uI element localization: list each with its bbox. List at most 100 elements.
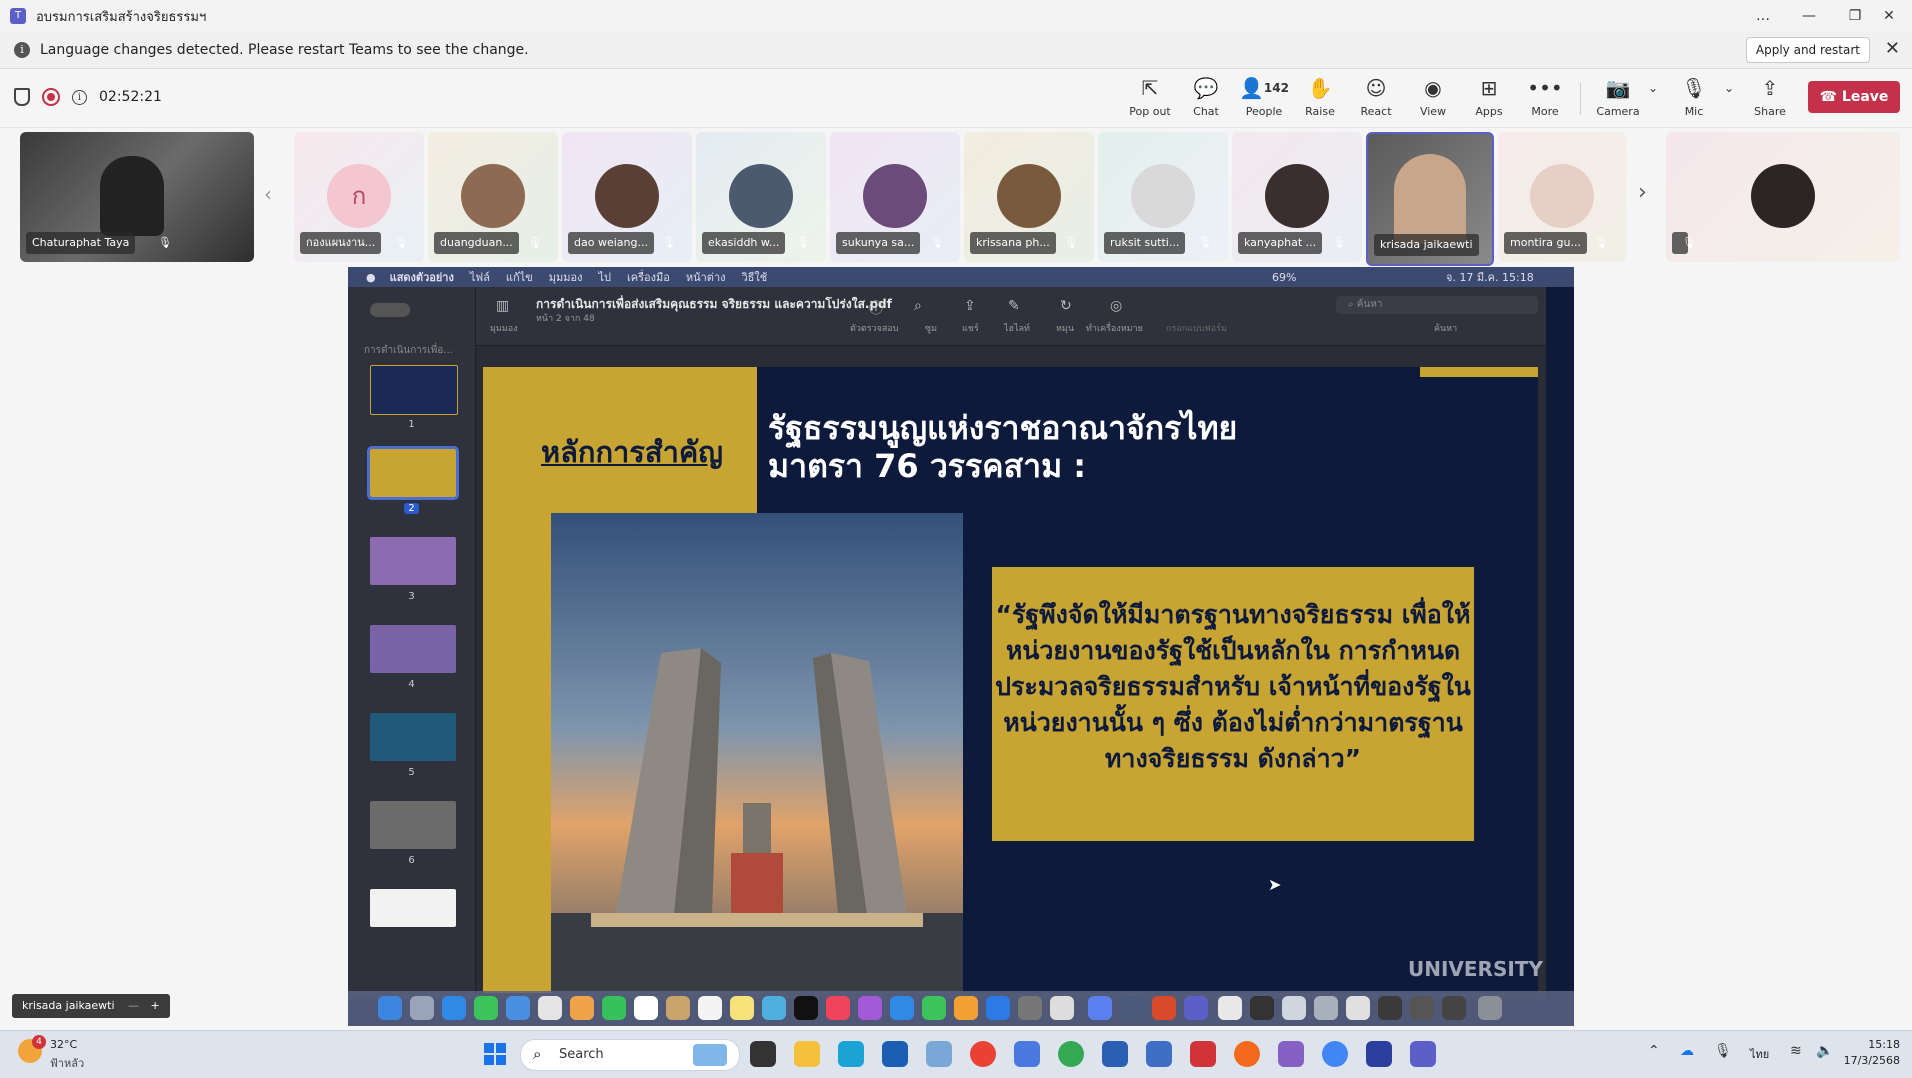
file-explorer-icon[interactable] bbox=[794, 1041, 820, 1067]
volume-icon[interactable]: 🔈 bbox=[1816, 1043, 1833, 1059]
messages-icon[interactable] bbox=[474, 996, 498, 1020]
powerpoint-icon[interactable] bbox=[1152, 996, 1176, 1020]
dock-window-thumbnail[interactable] bbox=[1314, 996, 1338, 1020]
chrome-icon[interactable] bbox=[1058, 1041, 1084, 1067]
expand-pip-icon[interactable]: + bbox=[151, 999, 160, 1012]
dock-window-thumbnail[interactable] bbox=[1250, 996, 1274, 1020]
reminders-icon[interactable] bbox=[698, 996, 722, 1020]
app-icon[interactable] bbox=[1014, 1041, 1040, 1067]
dock-window-thumbnail[interactable] bbox=[1442, 996, 1466, 1020]
notes-icon[interactable] bbox=[730, 996, 754, 1020]
windows-start-icon[interactable] bbox=[484, 1043, 506, 1065]
participant-tile[interactable]: ก กองแผนงาน... 🎙 bbox=[294, 132, 424, 262]
numbers-icon[interactable] bbox=[922, 996, 946, 1020]
facetime-icon[interactable] bbox=[602, 996, 626, 1020]
participant-tile[interactable]: kanyaphat ... 🎙 bbox=[1232, 132, 1362, 262]
mic-options-chevron-icon[interactable]: ⌄ bbox=[1712, 75, 1746, 101]
participant-tile[interactable]: ruksit sutti... 🎙 bbox=[1098, 132, 1228, 262]
screen-share-icon[interactable] bbox=[1120, 996, 1144, 1020]
more-options-icon[interactable]: … bbox=[1740, 0, 1786, 32]
page-thumbnail[interactable] bbox=[370, 537, 456, 585]
highlight-icon[interactable]: ✎ bbox=[1008, 298, 1020, 314]
mic-muted-icon[interactable]: 🎙 bbox=[1714, 1043, 1732, 1059]
teams-icon[interactable] bbox=[1184, 996, 1208, 1020]
finder-icon[interactable] bbox=[378, 996, 402, 1020]
view-button[interactable]: ◉ View bbox=[1405, 75, 1461, 118]
taskbar-search-input[interactable]: ⌕ Search bbox=[520, 1039, 740, 1071]
dock-window-thumbnail[interactable] bbox=[1378, 996, 1402, 1020]
calculator-icon[interactable] bbox=[1146, 1041, 1172, 1067]
minimize-button[interactable]: — bbox=[1786, 0, 1832, 32]
firefox-icon[interactable] bbox=[1234, 1041, 1260, 1067]
apps-button[interactable]: ⊞ Apps bbox=[1461, 75, 1517, 118]
react-button[interactable]: ☺ React bbox=[1348, 75, 1404, 118]
participant-tile[interactable]: montira gu... 🎙 bbox=[1498, 132, 1626, 262]
more-button[interactable]: ••• More bbox=[1517, 75, 1573, 118]
contacts-icon[interactable] bbox=[666, 996, 690, 1020]
weather-icon[interactable]: 4 bbox=[18, 1035, 46, 1063]
people-button[interactable]: 👤142 People bbox=[1236, 75, 1292, 118]
self-view-pip[interactable]: krisada jaikaewti — + bbox=[12, 994, 170, 1018]
share-button[interactable]: ⇪ Share bbox=[1742, 75, 1798, 118]
dock-window-thumbnail[interactable] bbox=[1410, 996, 1434, 1020]
page-thumbnail[interactable] bbox=[370, 889, 456, 927]
music-icon[interactable] bbox=[826, 996, 850, 1020]
photos-icon[interactable] bbox=[570, 996, 594, 1020]
participant-tile[interactable]: ekasiddh w... 🎙 bbox=[696, 132, 826, 262]
participant-tile-active-speaker[interactable]: krisada jaikaewti bbox=[1366, 132, 1494, 266]
inspector-icon[interactable]: ⓘ bbox=[869, 298, 883, 318]
participant-tile[interactable]: duangduan... 🎙 bbox=[428, 132, 558, 262]
messenger-icon[interactable] bbox=[1088, 996, 1112, 1020]
teams-icon[interactable] bbox=[1410, 1041, 1436, 1067]
camera-options-chevron-icon[interactable]: ⌄ bbox=[1636, 75, 1670, 101]
page-thumbnail[interactable] bbox=[370, 801, 456, 849]
rotate-icon[interactable]: ↻ bbox=[1060, 298, 1072, 314]
chevron-left-icon[interactable]: ‹ bbox=[264, 182, 272, 206]
share-icon[interactable]: ⇪ bbox=[964, 298, 976, 314]
page-thumbnail[interactable] bbox=[370, 713, 456, 761]
page-thumbnail[interactable] bbox=[370, 365, 458, 415]
wifi-icon[interactable]: ≋ bbox=[1790, 1043, 1802, 1059]
onedrive-icon[interactable]: ☁ bbox=[1680, 1043, 1694, 1059]
dock-window-thumbnail[interactable] bbox=[1346, 996, 1370, 1020]
leave-button[interactable]: ☎ Leave bbox=[1808, 81, 1900, 113]
chrome-icon[interactable] bbox=[970, 1041, 996, 1067]
dock-window-thumbnail[interactable] bbox=[1282, 996, 1306, 1020]
launchpad-icon[interactable] bbox=[410, 996, 434, 1020]
trash-icon[interactable] bbox=[1478, 996, 1502, 1020]
participant-tile[interactable]: dao weiang... 🎙 bbox=[562, 132, 692, 262]
dock-window-thumbnail[interactable] bbox=[1218, 996, 1242, 1020]
page-thumbnail[interactable] bbox=[370, 625, 456, 673]
minimize-pip-icon[interactable]: — bbox=[128, 999, 139, 1012]
tv-icon[interactable] bbox=[794, 996, 818, 1020]
store-icon[interactable] bbox=[882, 1041, 908, 1067]
task-view-icon[interactable] bbox=[750, 1041, 776, 1067]
freeform-icon[interactable] bbox=[762, 996, 786, 1020]
notepad-icon[interactable] bbox=[1102, 1041, 1128, 1067]
markup-icon[interactable]: ◎ bbox=[1110, 298, 1122, 314]
close-window-button[interactable]: ✕ bbox=[1866, 0, 1912, 32]
participant-tile[interactable]: sukunya sa... 🎙 bbox=[830, 132, 960, 262]
app-icon[interactable] bbox=[926, 1041, 952, 1067]
maps-icon[interactable] bbox=[538, 996, 562, 1020]
meeting-info-icon[interactable]: i bbox=[72, 89, 87, 105]
mail-icon[interactable] bbox=[506, 996, 530, 1020]
page-thumbnail-selected[interactable] bbox=[367, 446, 459, 500]
pdf-search-input[interactable]: ⌕ ค้นหา bbox=[1336, 296, 1538, 314]
popout-button[interactable]: ⇱ Pop out bbox=[1122, 75, 1178, 118]
settings-icon[interactable] bbox=[1018, 996, 1042, 1020]
sidebar-icon[interactable]: ▥ bbox=[496, 298, 509, 314]
keynote-icon[interactable] bbox=[890, 996, 914, 1020]
chevron-right-icon[interactable]: › bbox=[1630, 132, 1660, 262]
sidebar-toggle[interactable] bbox=[370, 303, 410, 317]
chevron-up-icon[interactable]: ⌃ bbox=[1648, 1043, 1660, 1059]
zoom-icon[interactable]: ⌕ bbox=[914, 298, 922, 314]
language-indicator[interactable]: ไทย bbox=[1750, 1045, 1769, 1063]
calendar-icon[interactable] bbox=[634, 996, 658, 1020]
app-icon[interactable] bbox=[1190, 1041, 1216, 1067]
close-icon[interactable]: ✕ bbox=[1885, 38, 1900, 59]
chrome-icon[interactable] bbox=[1322, 1041, 1348, 1067]
preview-icon[interactable] bbox=[1050, 996, 1074, 1020]
apply-restart-button[interactable]: Apply and restart bbox=[1745, 37, 1870, 63]
safari-icon[interactable] bbox=[442, 996, 466, 1020]
